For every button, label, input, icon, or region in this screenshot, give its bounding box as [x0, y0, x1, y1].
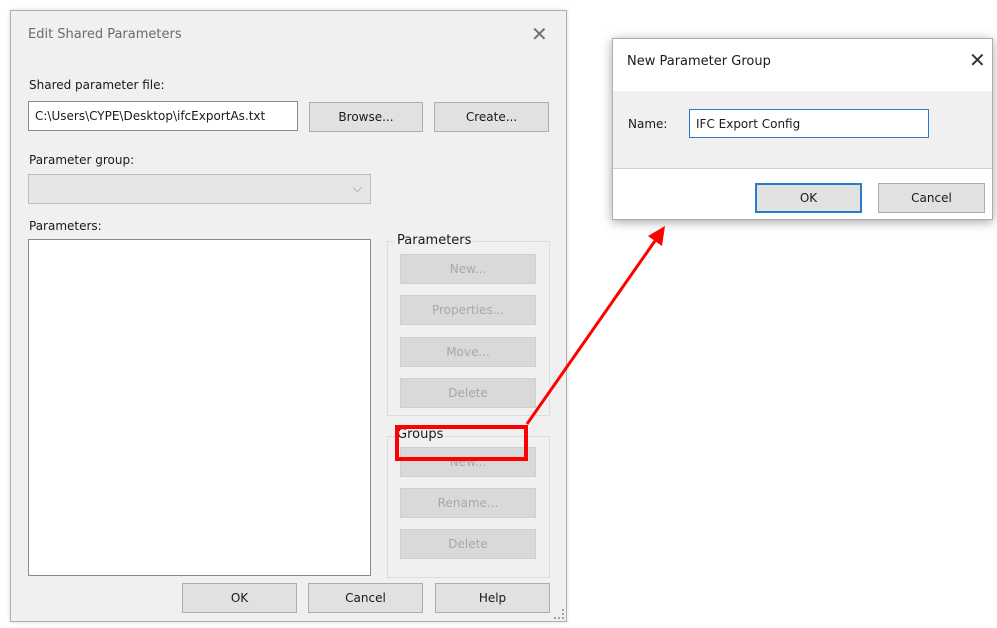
resize-grip-icon[interactable]	[554, 609, 564, 619]
parameter-group-dropdown[interactable]: ⌵	[28, 174, 371, 204]
new-parameter-group-dialog: New Parameter Group ✕ Name: IFC Export C…	[612, 38, 993, 220]
divider	[613, 168, 992, 169]
parameters-groupbox-title: Parameters	[395, 233, 474, 248]
help-button[interactable]: Help	[435, 583, 550, 613]
parameter-group-label: Parameter group:	[29, 153, 135, 167]
parameter-properties-button[interactable]: Properties...	[400, 295, 536, 325]
shared-parameter-file-field[interactable]: C:\Users\CYPE\Desktop\ifcExportAs.txt	[28, 101, 298, 131]
name-label: Name:	[628, 117, 668, 131]
create-button[interactable]: Create...	[434, 102, 549, 132]
new-parameter-button[interactable]: New...	[400, 254, 536, 284]
chevron-down-icon: ⌵	[352, 181, 362, 195]
new-parameter-group-title: New Parameter Group	[627, 54, 771, 69]
edit-shared-parameters-dialog: Edit Shared Parameters ✕ Shared paramete…	[10, 10, 567, 622]
close-icon[interactable]: ✕	[969, 50, 986, 70]
move-parameter-button[interactable]: Move...	[400, 337, 536, 367]
parameters-label: Parameters:	[29, 219, 102, 233]
dialog-title: Edit Shared Parameters	[28, 27, 182, 42]
delete-parameter-button[interactable]: Delete	[400, 378, 536, 408]
group-name-input[interactable]: IFC Export Config	[689, 109, 929, 138]
ok-button[interactable]: OK	[755, 183, 862, 213]
close-icon[interactable]: ✕	[531, 24, 548, 44]
browse-button[interactable]: Browse...	[309, 102, 423, 132]
shared-parameter-file-label: Shared parameter file:	[29, 78, 165, 92]
cancel-button[interactable]: Cancel	[878, 183, 985, 213]
rename-group-button[interactable]: Rename...	[400, 488, 536, 518]
highlight-box	[395, 425, 528, 461]
parameters-list[interactable]	[28, 239, 371, 576]
cancel-button[interactable]: Cancel	[308, 583, 423, 613]
ok-button[interactable]: OK	[182, 583, 297, 613]
delete-group-button[interactable]: Delete	[400, 529, 536, 559]
